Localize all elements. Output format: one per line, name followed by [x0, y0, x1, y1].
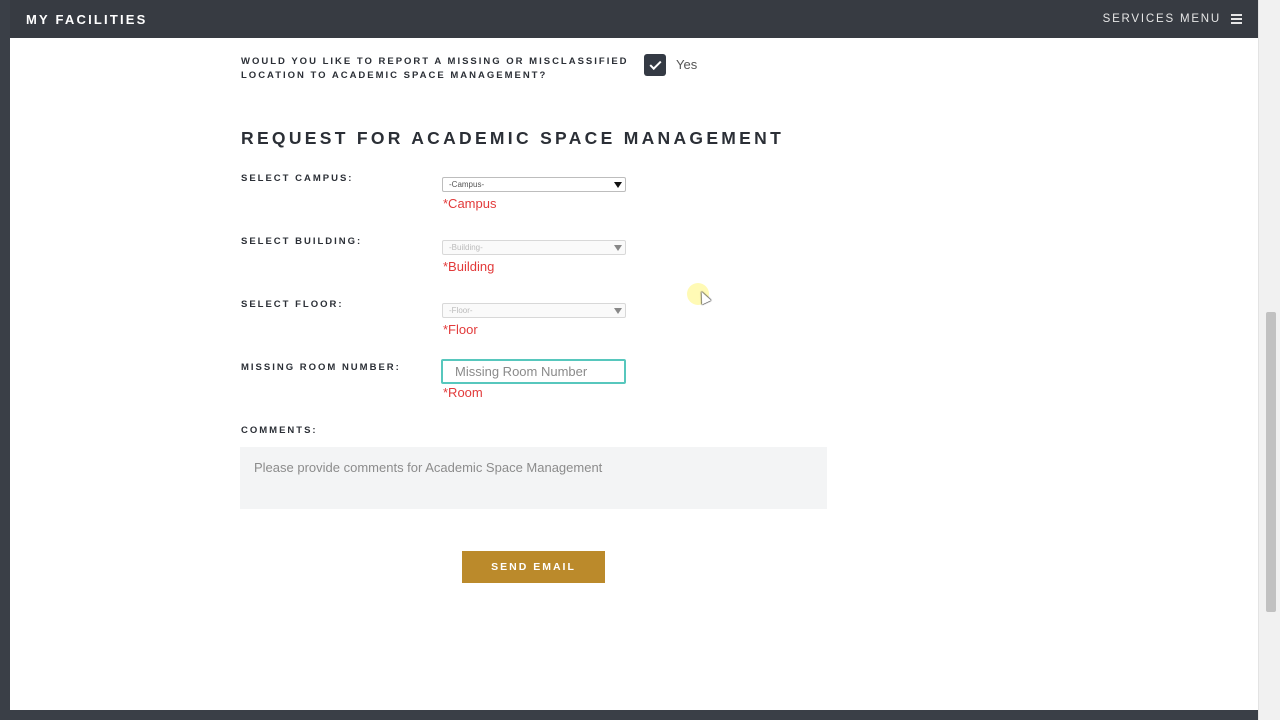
chevron-down-icon — [614, 182, 622, 188]
scrollbar-thumb[interactable] — [1266, 312, 1276, 612]
left-page-edge — [0, 0, 10, 720]
room-required-text: *Room — [443, 385, 483, 400]
comments-textarea[interactable] — [240, 447, 827, 509]
building-select[interactable]: -Building- — [442, 240, 626, 255]
send-email-button[interactable]: SEND EMAIL — [462, 551, 605, 583]
page-scrollbar[interactable] — [1258, 0, 1280, 720]
comments-label: COMMENTS: — [241, 425, 318, 436]
services-menu-button[interactable]: SERVICES MENU — [1103, 13, 1242, 25]
check-icon — [648, 57, 662, 70]
floor-required-text: *Floor — [443, 322, 478, 337]
campus-label: SELECT CAMPUS: — [241, 173, 354, 184]
building-required-text: *Building — [443, 259, 495, 274]
building-label: SELECT BUILDING: — [241, 236, 363, 247]
floor-label: SELECT FLOOR: — [241, 299, 344, 310]
campus-select-value: -Campus- — [449, 180, 485, 189]
campus-select[interactable]: -Campus- — [442, 177, 626, 192]
campus-required-text: *Campus — [443, 196, 497, 211]
hamburger-icon — [1231, 14, 1242, 24]
report-yes-label[interactable]: Yes — [676, 57, 697, 72]
chevron-down-icon — [614, 308, 622, 314]
floor-select[interactable]: -Floor- — [442, 303, 626, 318]
missing-room-input[interactable] — [441, 359, 626, 384]
footer-bar — [0, 710, 1258, 720]
floor-select-value: -Floor- — [449, 306, 473, 315]
report-yes-checkbox[interactable] — [644, 54, 666, 76]
room-label: MISSING ROOM NUMBER: — [241, 362, 401, 373]
top-nav-bar: MY FACILITIES SERVICES MENU — [10, 0, 1258, 38]
section-title: REQUEST FOR ACADEMIC SPACE MANAGEMENT — [241, 128, 785, 148]
chevron-down-icon — [614, 245, 622, 251]
building-select-value: -Building- — [449, 243, 483, 252]
services-menu-label: SERVICES MENU — [1102, 13, 1221, 25]
brand-title[interactable]: MY FACILITIES — [26, 12, 148, 27]
report-question-label: WOULD YOU LIKE TO REPORT A MISSING OR MI… — [241, 56, 629, 81]
